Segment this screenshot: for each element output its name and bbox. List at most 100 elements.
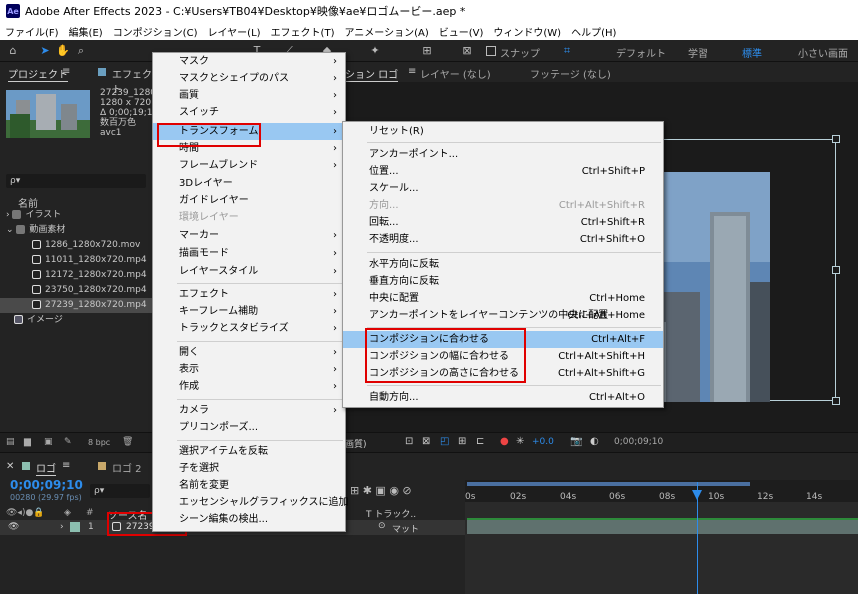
transform-handle[interactable]: [832, 266, 840, 274]
workspace-default[interactable]: デフォルト: [616, 45, 666, 60]
puppet-tool-icon[interactable]: ⊞: [420, 44, 434, 58]
tab-menu-icon[interactable]: ≡: [62, 66, 70, 77]
timeline-search-input[interactable]: ρ▾: [90, 484, 150, 498]
submenu-item-center-in-view[interactable]: 中央に配置 Ctrl+Home: [343, 290, 663, 307]
selection-tool-icon[interactable]: ➤: [38, 44, 52, 58]
snapshot-icon[interactable]: 📷: [570, 436, 582, 447]
snap-checkbox[interactable]: [486, 46, 496, 56]
menu-edit[interactable]: 編集(E): [64, 24, 108, 39]
region-icon[interactable]: ⊡: [405, 436, 413, 447]
show-snapshot-icon[interactable]: ◐: [590, 436, 599, 447]
project-settings-icon[interactable]: ✎: [64, 437, 72, 447]
menu-item-quality[interactable]: 画質 ›: [153, 87, 345, 104]
matte-icon[interactable]: ⊙: [378, 521, 386, 531]
menu-item-transform[interactable]: トランスフォーム ›: [153, 123, 345, 140]
menu-item-marker[interactable]: マーカー ›: [153, 227, 345, 244]
column-track-matte[interactable]: T トラック..: [366, 507, 416, 520]
menu-composition[interactable]: コンポジション(C): [108, 24, 203, 39]
list-item[interactable]: 12172_1280x720.mp4: [0, 268, 152, 283]
menu-item-mask-shape-path[interactable]: マスクとシェイプのパス ›: [153, 70, 345, 87]
submenu-item-anchor-point[interactable]: アンカーポイント...: [343, 146, 663, 163]
list-item[interactable]: 1286_1280x720.mov: [0, 238, 152, 253]
submenu-item-position[interactable]: 位置... Ctrl+Shift+P: [343, 163, 663, 180]
menu-item-reveal[interactable]: 表示 ›: [153, 361, 345, 378]
menu-item-camera[interactable]: カメラ ›: [153, 402, 345, 419]
menu-item-3d-layer[interactable]: 3Dレイヤー: [153, 175, 345, 192]
menu-item-track-stabilize[interactable]: トラックとスタビライズ ›: [153, 320, 345, 337]
pin-tool-icon[interactable]: ✦: [368, 44, 382, 58]
menu-item-open[interactable]: 開く ›: [153, 344, 345, 361]
menu-animation[interactable]: アニメーション(A): [339, 24, 433, 39]
zoom-tool-icon[interactable]: ⌕: [74, 44, 88, 58]
exposure-reset-icon[interactable]: ✳: [516, 436, 524, 447]
submenu-item-fit-to-comp-height[interactable]: コンポジションの高さに合わせる Ctrl+Alt+Shift+G: [343, 365, 663, 382]
menu-help[interactable]: ヘルプ(H): [566, 24, 621, 39]
list-item-selected[interactable]: 27239_1280x720.mp4: [0, 298, 152, 313]
trash-icon[interactable]: 🗑: [122, 437, 133, 447]
close-tab-icon[interactable]: ✕: [6, 461, 14, 472]
submenu-item-fit-to-comp-width[interactable]: コンポジションの幅に合わせる Ctrl+Alt+Shift+H: [343, 348, 663, 365]
menu-item-time[interactable]: 時間 ›: [153, 140, 345, 157]
menu-file[interactable]: ファイル(F): [0, 24, 64, 39]
menu-item-mask[interactable]: マスク ›: [153, 53, 345, 70]
timeline-tracks[interactable]: [465, 502, 858, 594]
home-icon[interactable]: ⌂: [6, 44, 20, 58]
submenu-item-center-anchor[interactable]: アンカーポイントをレイヤーコンテンツの中央に配置 Ctrl+Alt+Home: [343, 307, 663, 324]
new-comp-icon[interactable]: ▣: [44, 437, 53, 447]
project-search-input[interactable]: ρ▾: [6, 174, 146, 188]
menu-item-invert-selection[interactable]: 選択アイテムを反転: [153, 443, 345, 460]
submenu-item-reset[interactable]: リセット(R): [343, 123, 663, 140]
mask-visibility-icon[interactable]: ◰: [440, 436, 449, 447]
bit-depth-button[interactable]: 8 bpc: [88, 438, 110, 447]
menu-item-create[interactable]: 作成 ›: [153, 378, 345, 395]
menu-item-select-children[interactable]: 子を選択: [153, 460, 345, 477]
submenu-item-auto-orient[interactable]: 自動方向... Ctrl+Alt+O: [343, 389, 663, 406]
menu-item-add-essential-graphics[interactable]: エッセンシャルグラフィックスに追加: [153, 494, 349, 511]
menu-item-layer-style[interactable]: レイヤースタイル ›: [153, 263, 345, 280]
menu-item-blend-mode[interactable]: 描画モード ›: [153, 245, 345, 262]
workspace-small-screen[interactable]: 小さい画面: [798, 45, 848, 60]
menu-item-rename[interactable]: 名前を変更: [153, 477, 345, 494]
timeline-tab-logo[interactable]: ロゴ: [36, 460, 56, 476]
menu-item-guide-layer[interactable]: ガイドレイヤー: [153, 192, 345, 209]
tab-footage[interactable]: フッテージ (なし): [530, 66, 611, 81]
channel-icon[interactable]: ⊏: [476, 436, 484, 447]
transparency-grid-icon[interactable]: ⊠: [422, 436, 430, 447]
menu-item-keyframe-assistant[interactable]: キーフレーム補助 ›: [153, 303, 345, 320]
workspace-learn[interactable]: 学習: [688, 45, 708, 60]
menu-view[interactable]: ビュー(V): [434, 24, 489, 39]
new-folder-icon[interactable]: ▆: [24, 437, 31, 447]
list-item[interactable]: ⌄ 動画素材: [0, 223, 152, 238]
timeline-tab-menu-icon[interactable]: ≡: [62, 460, 70, 471]
timeline-tab-logo2[interactable]: ロゴ 2: [112, 460, 142, 475]
menu-effect[interactable]: エフェクト(T): [266, 24, 340, 39]
list-item[interactable]: 11011_1280x720.mp4: [0, 253, 152, 268]
comp-switches-icons[interactable]: ⊞ ✱ ▣ ◉ ⊘: [350, 484, 412, 497]
submenu-item-rotation[interactable]: 回転... Ctrl+Shift+R: [343, 214, 663, 231]
workspace-standard[interactable]: 標準: [742, 45, 762, 60]
work-area-bar[interactable]: [467, 482, 750, 486]
menu-item-effect[interactable]: エフェクト ›: [153, 286, 345, 303]
submenu-item-scale[interactable]: スケール...: [343, 180, 663, 197]
tab-composition[interactable]: ション ロゴ: [345, 66, 399, 82]
current-time[interactable]: 0;00;09;10: [10, 478, 83, 492]
layer-label-color[interactable]: [70, 522, 80, 532]
list-item[interactable]: イメージ: [0, 313, 152, 328]
exposure-value[interactable]: +0.0: [532, 437, 554, 447]
grid-guide-icon[interactable]: ⊞: [458, 436, 466, 447]
submenu-item-flip-horizontal[interactable]: 水平方向に反転: [343, 256, 663, 273]
comp-timecode[interactable]: 0;00;09;10: [614, 437, 663, 447]
interpret-footage-icon[interactable]: ▤: [6, 437, 15, 447]
menu-item-switch[interactable]: スイッチ ›: [153, 104, 345, 121]
menu-item-precompose[interactable]: プリコンポーズ...: [153, 419, 345, 436]
list-item[interactable]: › イラスト: [0, 208, 152, 223]
menu-layer[interactable]: レイヤー(L): [202, 24, 265, 39]
visibility-eye-icon[interactable]: 👁: [8, 522, 19, 532]
submenu-item-flip-vertical[interactable]: 垂直方向に反転: [343, 273, 663, 290]
menu-item-frame-blend[interactable]: フレームブレンド ›: [153, 157, 345, 174]
track-matte-select[interactable]: マット: [392, 522, 419, 535]
expand-layer-icon[interactable]: ›: [60, 522, 64, 532]
snap-icon[interactable]: ⌗: [560, 44, 574, 58]
list-item[interactable]: 23750_1280x720.mp4: [0, 283, 152, 298]
quality-select[interactable]: 画質): [345, 437, 367, 450]
